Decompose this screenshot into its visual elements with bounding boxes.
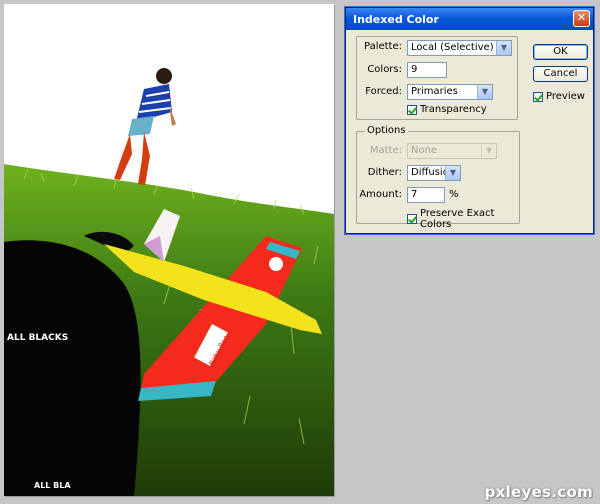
chevron-down-icon[interactable]: ▼ [496, 41, 511, 55]
colors-label: Colors: [367, 64, 402, 75]
forced-value: Primaries [411, 86, 458, 97]
dither-label: Dither: [367, 167, 402, 178]
photo-artwork: ALL BLACKS ALL BLA Baby Roo [4, 4, 334, 496]
close-icon: ✕ [576, 11, 587, 24]
chevron-down-icon: ▼ [481, 144, 496, 158]
preview-label: Preview [546, 91, 585, 102]
indexed-color-dialog: Indexed Color ✕ Palette: Local (Selectiv… [345, 7, 594, 234]
amount-input[interactable]: 7 [407, 187, 445, 203]
checkbox-check-icon[interactable] [407, 214, 417, 224]
image-canvas: ALL BLACKS ALL BLA Baby Roo [4, 4, 334, 496]
preserve-colors-checkbox[interactable]: Preserve Exact Colors [407, 208, 519, 230]
transparency-checkbox[interactable]: Transparency [407, 104, 487, 115]
amount-value: 7 [411, 189, 418, 200]
amount-unit: % [449, 189, 459, 200]
shirt-text: ALL BLACKS [7, 333, 68, 343]
forced-select[interactable]: Primaries ▼ [407, 84, 493, 100]
dialog-title: Indexed Color [353, 12, 439, 26]
options-legend: Options [365, 125, 408, 136]
matte-select: None ▼ [407, 143, 497, 159]
preserve-colors-label: Preserve Exact Colors [420, 208, 495, 230]
preview-checkbox[interactable]: Preview [533, 91, 585, 102]
close-button[interactable]: ✕ [573, 10, 590, 27]
dialog-titlebar[interactable]: Indexed Color ✕ [346, 8, 593, 30]
cancel-button[interactable]: Cancel [533, 66, 588, 82]
dither-select[interactable]: Diffusion ▼ [407, 165, 461, 181]
palette-group: Palette: Local (Selective) ▼ Colors: 9 F… [356, 36, 518, 120]
checkbox-check-icon[interactable] [407, 104, 417, 115]
watermark: pxleyes.com [484, 483, 593, 501]
options-group: Options Matte: None ▼ Dither: Diffusion … [356, 125, 520, 230]
checkbox-check-icon[interactable] [533, 91, 543, 102]
matte-label: Matte: [369, 145, 402, 156]
transparency-label: Transparency [420, 104, 487, 115]
colors-value: 9 [411, 64, 418, 75]
amount-label: Amount: [359, 189, 402, 200]
palette-label: Palette: [363, 41, 402, 52]
chevron-down-icon[interactable]: ▼ [477, 85, 492, 99]
colors-input[interactable]: 9 [407, 62, 447, 78]
matte-value: None [411, 145, 438, 156]
forced-label: Forced: [365, 86, 402, 97]
palette-value: Local (Selective) [411, 42, 494, 53]
shirt-text-bottom: ALL BLA [34, 481, 71, 490]
ok-button[interactable]: OK [533, 44, 588, 60]
chevron-down-icon[interactable]: ▼ [445, 166, 460, 180]
palette-select[interactable]: Local (Selective) ▼ [407, 40, 512, 56]
